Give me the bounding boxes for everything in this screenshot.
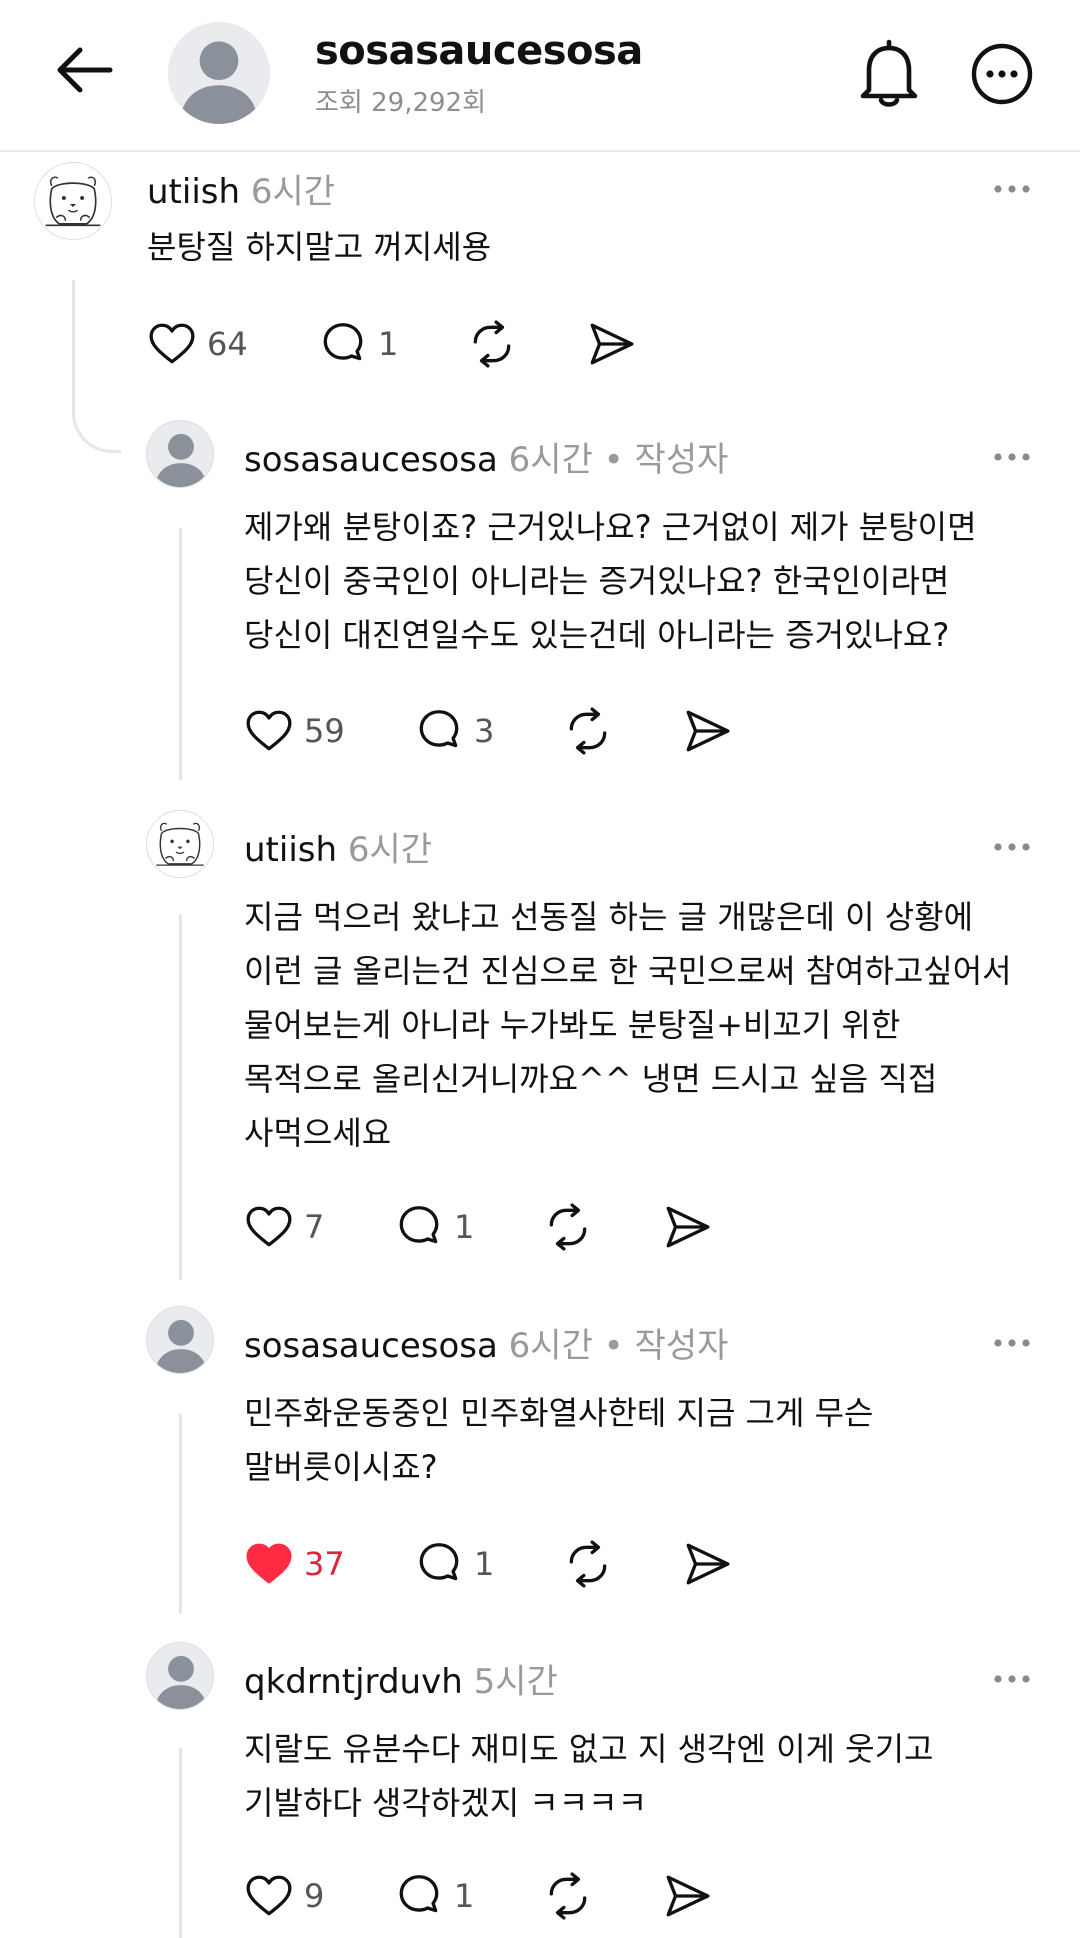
heart-icon (244, 706, 294, 756)
avatar[interactable] (146, 810, 214, 878)
comment-text: 분탕질 하지말고 꺼지세용 (147, 228, 492, 266)
share-button[interactable] (662, 1868, 712, 1924)
repost-icon (467, 319, 517, 369)
back-arrow-icon[interactable] (52, 38, 116, 102)
view-count: 조회 29,292회 (315, 88, 486, 118)
reply-count: 3 (474, 712, 495, 750)
heart-icon (244, 1871, 294, 1921)
more-options-icon[interactable] (992, 448, 1032, 460)
comment-text: 제가왜 분탕이죠? 근거있나요? 근거없이 제가 분탕이면 당신이 중국인이 아… (244, 508, 977, 654)
comment-username[interactable]: utiish (147, 172, 240, 212)
repost-button[interactable] (467, 316, 517, 372)
comment-text: 지금 먹으러 왔냐고 선동질 하는 글 개많은데 이 상황에 이런 글 올리는건… (244, 898, 1012, 1152)
more-options-icon[interactable] (992, 1334, 1032, 1346)
more-options-icon[interactable] (992, 180, 1032, 192)
repost-button[interactable] (543, 1199, 593, 1255)
reply-count: 1 (454, 1877, 475, 1915)
reply-count: 1 (454, 1208, 475, 1246)
comment: utiish 6시간 지금 먹으러 왔냐고 선동질 하는 글 개많은데 이 상황… (0, 810, 1080, 1290)
share-icon (662, 1871, 712, 1921)
comment-text: 지랄도 유분수다 재미도 없고 지 생각엔 이게 웃기고 기발하다 생각하겠지 … (244, 1730, 934, 1822)
heart-icon (147, 319, 197, 369)
share-icon (682, 706, 732, 756)
bell-icon[interactable] (855, 38, 923, 110)
reply-button[interactable]: 3 (414, 703, 494, 759)
heart-icon (244, 1539, 294, 1589)
repost-button[interactable] (543, 1868, 593, 1924)
comment-icon (318, 319, 368, 369)
like-button[interactable]: 7 (244, 1199, 324, 1255)
repost-icon (563, 1539, 613, 1589)
share-icon (682, 1539, 732, 1589)
more-options-icon[interactable] (992, 838, 1032, 850)
comment-time: 6시간 (508, 1326, 593, 1366)
comment-username[interactable]: sosasaucesosa (244, 1326, 498, 1366)
repost-button[interactable] (563, 1536, 613, 1592)
share-button[interactable] (662, 1199, 712, 1255)
avatar[interactable] (146, 1642, 214, 1710)
like-count: 64 (207, 325, 248, 363)
comment-icon (414, 1539, 464, 1589)
comment-icon (414, 706, 464, 756)
reply-button[interactable]: 1 (318, 316, 398, 372)
repost-button[interactable] (563, 703, 613, 759)
comment: utiish 6시간 분탕질 하지말고 꺼지세용 64 1 (0, 150, 1080, 420)
heart-icon (244, 1202, 294, 1252)
comment-username[interactable]: qkdrntjrduvh (244, 1662, 463, 1702)
comment-time: 6시간 (508, 440, 593, 480)
comment-time: 6시간 (347, 830, 433, 870)
repost-icon (543, 1202, 593, 1252)
top-bar: sosasaucesosa 조회 29,292회 (0, 0, 1080, 152)
like-button[interactable]: 59 (244, 703, 345, 759)
like-button[interactable]: 64 (147, 316, 248, 372)
avatar[interactable] (34, 162, 112, 240)
reply-button[interactable]: 1 (414, 1536, 494, 1592)
like-count: 37 (304, 1545, 345, 1583)
avatar[interactable] (146, 420, 214, 488)
comment-username[interactable]: sosasaucesosa (244, 440, 498, 480)
author-badge: • 작성자 (603, 1326, 729, 1366)
share-button[interactable] (586, 316, 636, 372)
reply-count: 1 (378, 325, 399, 363)
comment-time: 5시간 (473, 1662, 558, 1702)
share-button[interactable] (682, 1536, 732, 1592)
comment-username[interactable]: utiish (244, 830, 337, 870)
more-icon[interactable] (970, 42, 1034, 106)
reply-count: 1 (474, 1545, 495, 1583)
share-button[interactable] (682, 703, 732, 759)
like-count: 9 (304, 1877, 325, 1915)
reply-button[interactable]: 1 (394, 1199, 474, 1255)
comment: sosasaucesosa 6시간 • 작성자 제가왜 분탕이죠? 근거있나요?… (0, 420, 1080, 800)
comment-icon (394, 1202, 444, 1252)
repost-icon (563, 706, 613, 756)
comment-icon (394, 1871, 444, 1921)
repost-icon (543, 1871, 593, 1921)
like-button[interactable]: 9 (244, 1868, 324, 1924)
comment: sosasaucesosa 6시간 • 작성자 민주화운동중인 민주화열사한테 … (0, 1306, 1080, 1626)
reply-button[interactable]: 1 (394, 1868, 474, 1924)
share-icon (586, 319, 636, 369)
comment: qkdrntjrduvh 5시간 지랄도 유분수다 재미도 없고 지 생각엔 이… (0, 1642, 1080, 1935)
avatar[interactable] (146, 1306, 214, 1374)
like-count: 59 (304, 712, 345, 750)
share-icon (662, 1202, 712, 1252)
more-options-icon[interactable] (992, 1670, 1032, 1682)
author-badge: • 작성자 (603, 440, 729, 480)
comment-time: 6시간 (250, 172, 336, 212)
comment-text: 민주화운동중인 민주화열사한테 지금 그게 무슨 말버릇이시죠? (244, 1394, 874, 1486)
avatar[interactable] (168, 22, 270, 124)
like-count: 7 (304, 1208, 325, 1246)
like-button[interactable]: 37 (244, 1536, 345, 1592)
page-title[interactable]: sosasaucesosa (315, 28, 643, 74)
